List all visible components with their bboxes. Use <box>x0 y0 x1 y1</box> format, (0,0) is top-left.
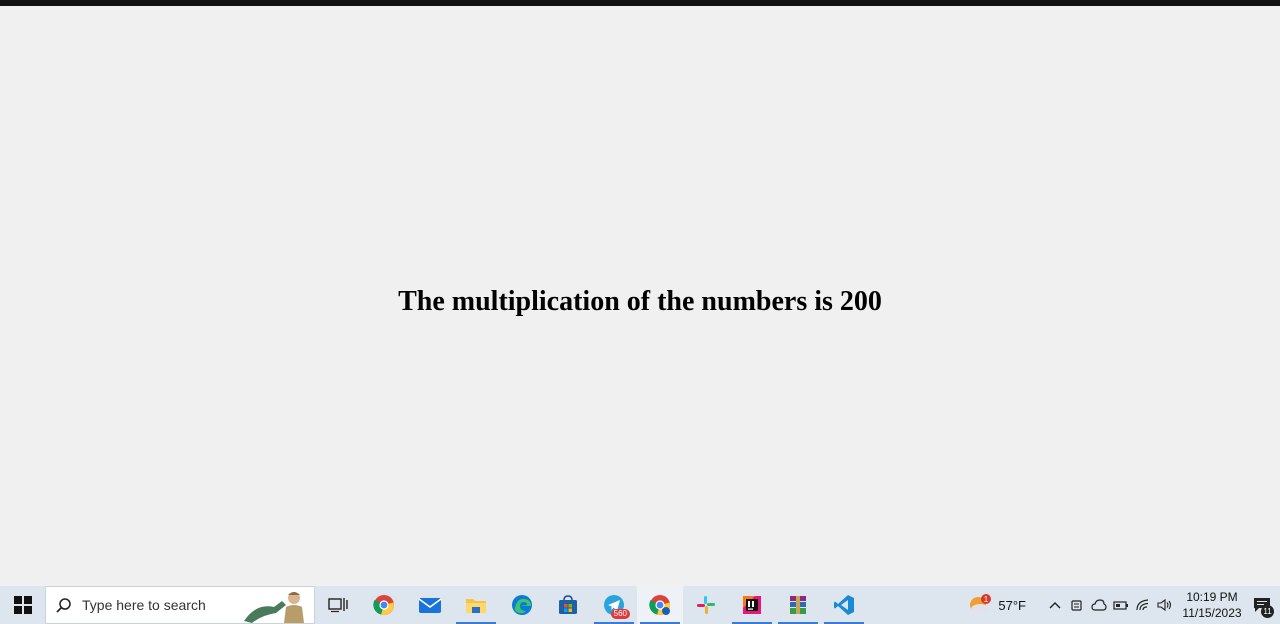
folder-icon <box>466 599 486 613</box>
store-icon <box>559 595 577 614</box>
taskbar-app-intellij[interactable] <box>729 586 775 624</box>
edge-icon <box>512 595 532 615</box>
winrar-icon <box>790 596 806 614</box>
taskbar-app-chrome[interactable] <box>361 586 407 624</box>
taskbar-app-store[interactable] <box>545 586 591 624</box>
battery-icon <box>1113 601 1128 610</box>
vscode-icon <box>834 595 854 615</box>
windows-logo-icon <box>13 596 32 614</box>
result-message: The multiplication of the numbers is 200 <box>398 286 882 317</box>
slack-icon <box>697 596 715 614</box>
taskbar-app-slack[interactable] <box>683 586 729 624</box>
telegram-unread-badge: 560 <box>610 609 630 619</box>
search-placeholder: Type here to search <box>82 597 206 613</box>
page-content: The multiplication of the numbers is 200 <box>0 6 1280 586</box>
task-view-button[interactable] <box>315 586 361 624</box>
taskbar-app-vscode[interactable] <box>821 586 867 624</box>
show-hidden-icons-button[interactable] <box>1044 586 1066 624</box>
speaker-icon <box>1157 598 1172 612</box>
weather-temperature: 57°F <box>998 597 1026 613</box>
search-icon <box>56 598 71 613</box>
taskbar-app-chrome-profile[interactable] <box>637 586 683 624</box>
tray-volume[interactable] <box>1154 586 1176 624</box>
weather-alert-count: 1 <box>984 595 989 604</box>
wifi-icon <box>1136 599 1149 611</box>
taskbar-app-telegram[interactable]: 560 <box>591 586 637 624</box>
clock-date: 11/15/2023 <box>1182 606 1242 620</box>
taskbar-app-winrar[interactable] <box>775 586 821 624</box>
notification-center-button[interactable]: 11 <box>1244 586 1280 624</box>
search-highlight-illustration <box>244 592 304 623</box>
clock-time: 10:19 PM <box>1186 590 1238 604</box>
weather-widget[interactable]: 1 57°F <box>968 594 1026 616</box>
task-view-icon <box>328 598 348 613</box>
mail-icon <box>418 598 442 613</box>
chevron-up-icon <box>1049 602 1061 609</box>
taskbar-clock[interactable]: 10:19 PM 11/15/2023 <box>1180 589 1244 621</box>
windows-taskbar: Type here to search 560 1 57°F 10:19 PM … <box>0 586 1280 624</box>
taskbar-app-edge[interactable] <box>499 586 545 624</box>
chrome-icon <box>373 595 394 615</box>
taskbar-app-file-explorer[interactable] <box>453 586 499 624</box>
taskbar-app-mail[interactable] <box>407 586 453 624</box>
meet-now-icon <box>1071 600 1082 611</box>
tray-meet-now[interactable] <box>1066 586 1088 624</box>
cloud-icon <box>1091 599 1107 611</box>
system-tray: 1 57°F 10:19 PM 11/15/2023 11 <box>968 586 1280 624</box>
taskbar-search-box[interactable]: Type here to search <box>45 586 315 624</box>
start-button[interactable] <box>0 586 45 624</box>
intellij-icon <box>743 596 761 614</box>
tray-battery[interactable] <box>1110 586 1132 624</box>
tray-onedrive[interactable] <box>1088 586 1110 624</box>
chrome-icon <box>649 595 670 615</box>
tray-wifi[interactable] <box>1132 586 1154 624</box>
weather-sun-cloud-icon: 1 <box>970 594 992 614</box>
notification-count-badge: 11 <box>1261 605 1274 618</box>
